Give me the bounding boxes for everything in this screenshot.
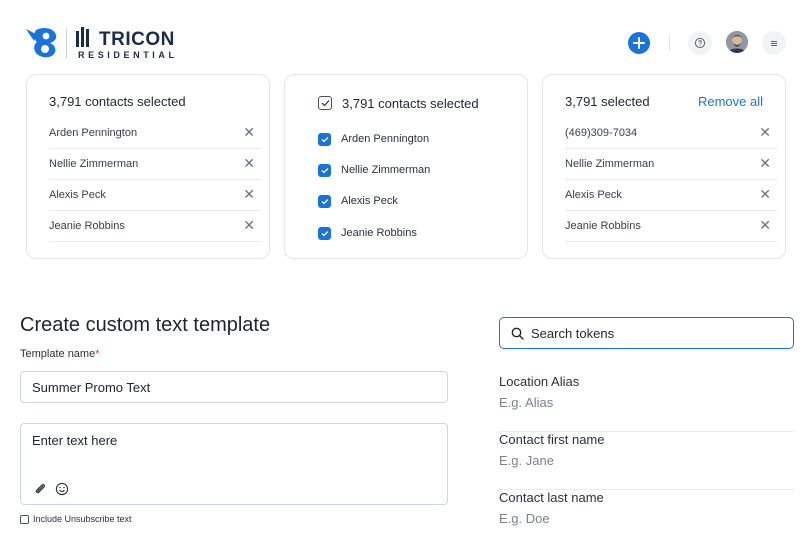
contact-name: Alexis Peck <box>341 195 398 207</box>
message-textarea[interactable] <box>32 433 432 463</box>
list-item: Nellie Zimmerman ✕ <box>565 149 777 180</box>
token-item[interactable]: Contact last name E.g. Doe <box>499 490 794 543</box>
unsubscribe-option: Include Unsubscribe text <box>20 513 132 525</box>
token-name: Location Alias <box>499 374 580 389</box>
checkmark-icon <box>321 168 328 174</box>
remove-close-icon[interactable]: ✕ <box>243 217 255 233</box>
help-button[interactable] <box>688 31 712 55</box>
paperclip-icon[interactable] <box>33 482 47 496</box>
contact-name: Nellie Zimmerman <box>565 158 655 170</box>
list-item: Alexis Peck ✕ <box>49 180 261 211</box>
checkmark-icon <box>321 100 329 107</box>
brand-name: TRICON <box>99 29 175 50</box>
user-avatar[interactable] <box>726 31 748 53</box>
select-all-checkbox[interactable] <box>318 96 332 110</box>
list-item: Nellie Zimmerman ✕ <box>49 149 261 180</box>
token-item[interactable]: Contact first name E.g. Jane <box>499 432 794 490</box>
template-name-label: Template name* <box>20 348 100 360</box>
contact-checkbox[interactable] <box>318 133 331 146</box>
remove-close-icon[interactable]: ✕ <box>759 186 771 202</box>
hamburger-icon <box>771 41 777 46</box>
remove-close-icon[interactable]: ✕ <box>243 124 255 140</box>
token-search <box>499 317 794 349</box>
emoji-icon[interactable] <box>55 482 69 496</box>
contact-name: Alexis Peck <box>49 189 106 201</box>
building-bars-icon <box>76 27 89 47</box>
card-title: 3,791 contacts selected <box>49 94 186 109</box>
checkmark-icon <box>321 199 328 205</box>
menu-button[interactable] <box>762 31 786 55</box>
remove-close-icon[interactable]: ✕ <box>243 186 255 202</box>
contact-name: Jeanie Robbins <box>49 220 125 232</box>
list-item: Alexis Peck ✕ <box>565 180 777 211</box>
message-box <box>20 423 448 505</box>
checkmark-icon <box>321 231 328 237</box>
list-item: Jeanie Robbins ✕ <box>565 211 777 242</box>
header-divider <box>669 35 670 51</box>
remove-close-icon[interactable]: ✕ <box>759 155 771 171</box>
contact-name: Arden Pennington <box>49 127 138 139</box>
brand-subtitle: RESIDENTIAL <box>78 50 178 60</box>
unsubscribe-checkbox[interactable] <box>20 514 29 524</box>
avatar-image <box>726 31 748 53</box>
required-mark: * <box>95 348 100 360</box>
remove-close-icon[interactable]: ✕ <box>243 155 255 171</box>
add-button[interactable] <box>628 32 650 54</box>
logo-divider <box>66 28 67 58</box>
remove-close-icon[interactable]: ✕ <box>759 124 771 140</box>
token-name: Contact last name <box>499 490 604 505</box>
remove-all-link[interactable]: Remove all <box>698 94 763 109</box>
token-example: E.g. Alias <box>499 395 554 410</box>
contact-name: Jeanie Robbins <box>565 220 641 232</box>
contact-checkbox[interactable] <box>318 195 331 208</box>
question-icon <box>694 37 706 49</box>
contact-name: Arden Pennington <box>341 133 430 145</box>
plus-icon <box>633 37 645 49</box>
app-header: TRICON RESIDENTIAL <box>0 0 812 72</box>
contact-name: Nellie Zimmerman <box>341 164 431 176</box>
contact-phone: (469)309-7034 <box>565 127 638 139</box>
contact-checkbox[interactable] <box>318 227 331 240</box>
token-name: Contact first name <box>499 432 605 447</box>
selected-contacts-card: 3,791 contacts selected Arden Pennington… <box>26 74 270 259</box>
template-name-input[interactable] <box>20 371 448 403</box>
search-icon <box>511 327 524 340</box>
contact-name: Alexis Peck <box>565 189 622 201</box>
unsubscribe-label: Include Unsubscribe text <box>33 514 132 524</box>
list-item: Arden Pennington ✕ <box>49 118 261 149</box>
contact-name: Jeanie Robbins <box>341 227 417 239</box>
remove-close-icon[interactable]: ✕ <box>759 217 771 233</box>
token-example: E.g. Jane <box>499 453 554 468</box>
tricon-bird-logo-icon <box>26 27 57 58</box>
card-title: 3,791 selected <box>565 94 650 109</box>
checkbox-contacts-card: 3,791 contacts selected Arden Pennington… <box>284 74 528 259</box>
selected-recipients-card: 3,791 selected Remove all (469)309-7034 … <box>542 74 786 259</box>
token-item[interactable]: Location Alias E.g. Alias <box>499 374 794 432</box>
template-name-label-text: Template name <box>20 348 96 360</box>
page-title: Create custom text template <box>20 314 271 336</box>
token-example: E.g. Doe <box>499 511 550 526</box>
list-item: (469)309-7034 ✕ <box>565 118 777 149</box>
checkmark-icon <box>321 137 328 143</box>
list-item: Jeanie Robbins ✕ <box>49 211 261 242</box>
card-title: 3,791 contacts selected <box>342 96 479 111</box>
search-input[interactable] <box>531 318 781 348</box>
contact-checkbox[interactable] <box>318 164 331 177</box>
contact-name: Nellie Zimmerman <box>49 158 139 170</box>
